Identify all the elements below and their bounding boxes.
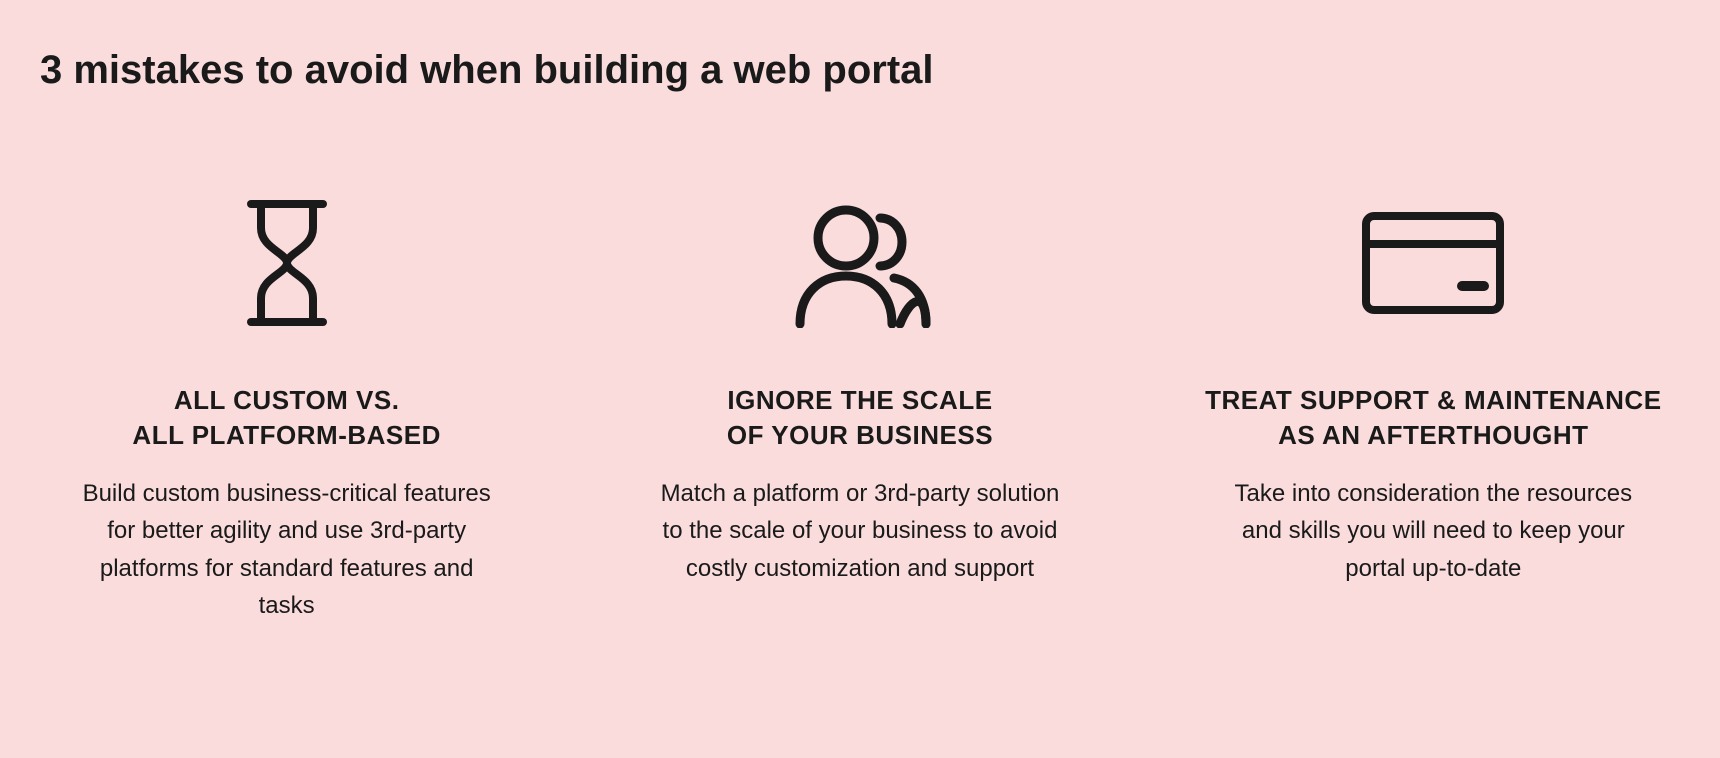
column-3: TREAT SUPPORT & MAINTENANCE AS AN AFTERT… (1187, 193, 1680, 624)
columns-container: ALL CUSTOM VS. ALL PLATFORM-BASED Build … (40, 193, 1680, 624)
column-heading: IGNORE THE SCALE OF YOUR BUSINESS (727, 383, 993, 453)
hourglass-icon (237, 193, 337, 333)
column-body: Build custom business-critical features … (77, 475, 497, 624)
page-title: 3 mistakes to avoid when building a web … (40, 48, 1680, 93)
column-body: Match a platform or 3rd-party solution t… (650, 475, 1070, 587)
column-body: Take into consideration the resources an… (1223, 475, 1643, 587)
card-icon (1358, 193, 1508, 333)
column-heading: TREAT SUPPORT & MAINTENANCE AS AN AFTERT… (1205, 383, 1661, 453)
people-icon (780, 193, 940, 333)
column-1: ALL CUSTOM VS. ALL PLATFORM-BASED Build … (40, 193, 533, 624)
column-heading: ALL CUSTOM VS. ALL PLATFORM-BASED (132, 383, 440, 453)
column-2: IGNORE THE SCALE OF YOUR BUSINESS Match … (613, 193, 1106, 624)
